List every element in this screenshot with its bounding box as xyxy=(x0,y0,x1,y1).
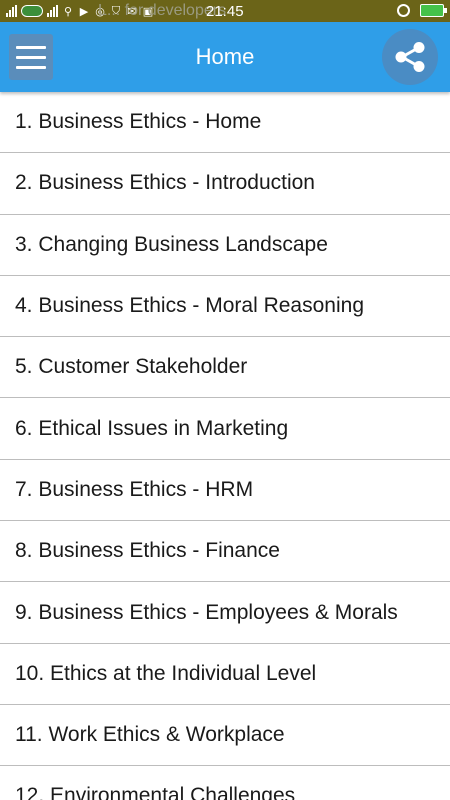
network-icon: ⚲ xyxy=(63,5,73,18)
battery-icon xyxy=(420,4,447,17)
status-bar: ⚲ ▶ ◎ ⛉ ✉ ▣ L... for developers 21:45 xyxy=(0,0,450,22)
menu-line xyxy=(16,55,46,59)
list-item-topic-11[interactable]: 11. Work Ethics & Workplace xyxy=(0,705,450,767)
list-item-topic-6[interactable]: 6. Ethical Issues in Marketing xyxy=(0,398,450,460)
list-item-topic-2[interactable]: 2. Business Ethics - Introduction xyxy=(0,153,450,215)
hamburger-menu-button[interactable] xyxy=(9,34,53,80)
topic-list: 1. Business Ethics - Home 2. Business Et… xyxy=(0,92,450,800)
list-item-topic-9[interactable]: 9. Business Ethics - Employees & Morals xyxy=(0,582,450,644)
carrier-logo-icon xyxy=(21,5,43,17)
clock: 21:45 xyxy=(206,3,244,20)
share-button[interactable] xyxy=(382,29,438,85)
list-item-topic-3[interactable]: 3. Changing Business Landscape xyxy=(0,215,450,276)
share-icon xyxy=(395,42,425,72)
alarm-icon xyxy=(397,4,410,17)
play-store-icon: ▶ xyxy=(79,5,89,18)
page-title: Home xyxy=(195,44,255,69)
list-item-topic-4[interactable]: 4. Business Ethics - Moral Reasoning xyxy=(0,276,450,338)
list-item-topic-10[interactable]: 10. Ethics at the Individual Level xyxy=(0,644,450,705)
list-item-topic-8[interactable]: 8. Business Ethics - Finance xyxy=(0,521,450,583)
app-bar: Home xyxy=(0,22,450,92)
signal-icon-2 xyxy=(47,5,58,17)
menu-line xyxy=(16,65,46,69)
list-item-topic-1[interactable]: 1. Business Ethics - Home xyxy=(0,92,450,154)
menu-line xyxy=(16,45,46,49)
list-item-topic-12[interactable]: 12. Environmental Challenges xyxy=(0,766,450,800)
status-icons-right xyxy=(397,4,447,17)
signal-icon xyxy=(6,5,17,17)
list-item-topic-5[interactable]: 5. Customer Stakeholder xyxy=(0,337,450,399)
list-item-topic-7[interactable]: 7. Business Ethics - HRM xyxy=(0,460,450,522)
